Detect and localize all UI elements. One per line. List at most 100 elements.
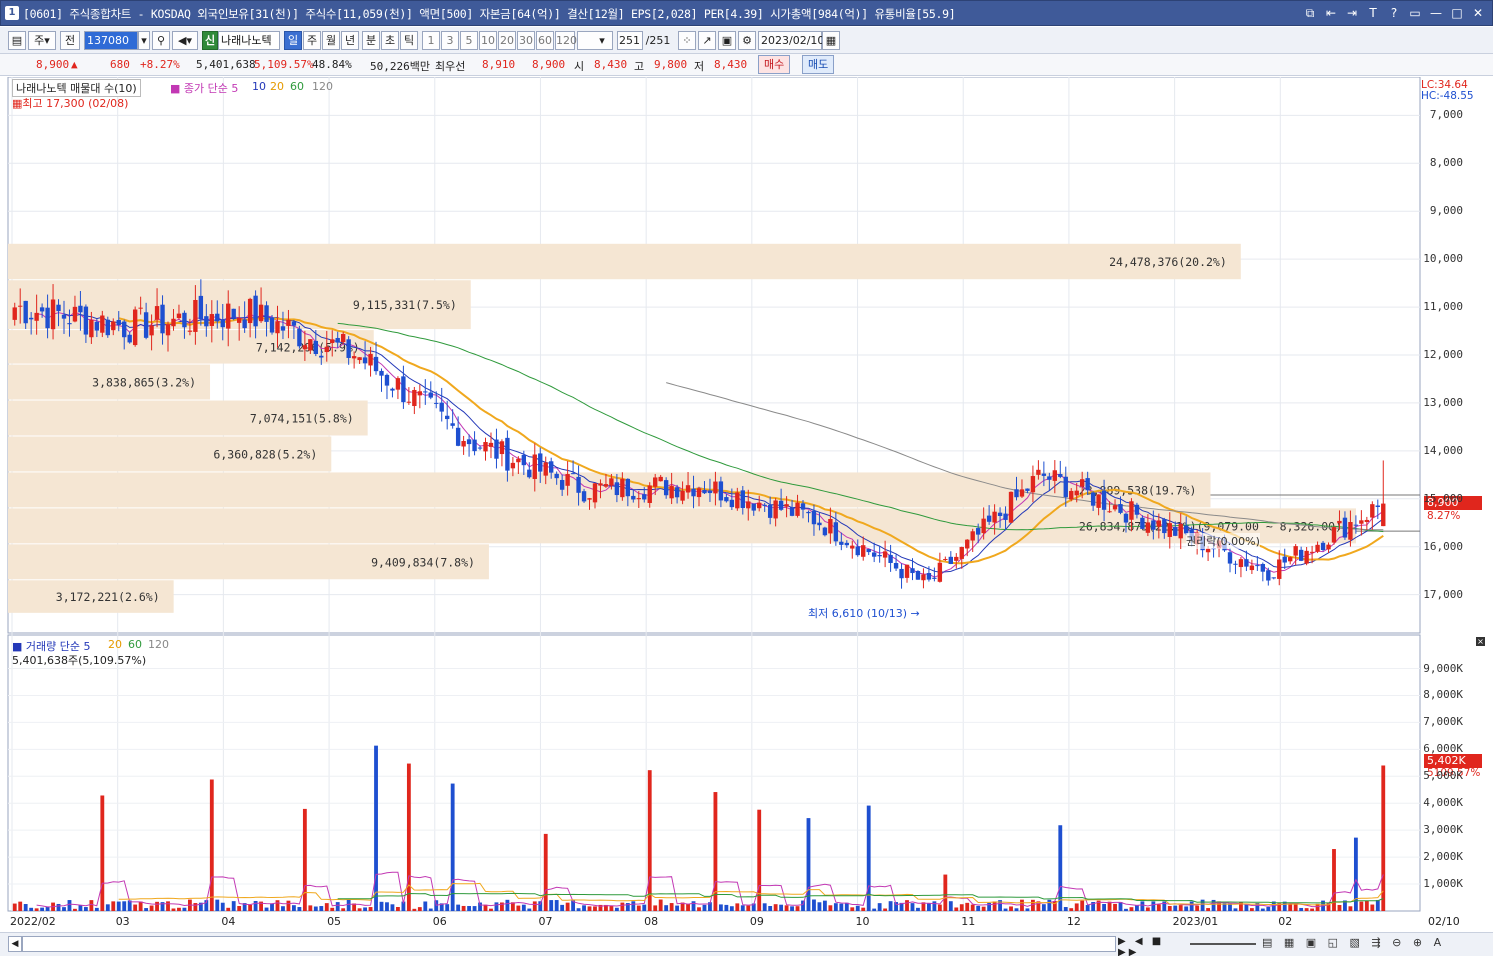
candle-body[interactable]	[943, 559, 948, 561]
volume-bar[interactable]	[1009, 906, 1013, 911]
candle-body[interactable]	[308, 339, 313, 351]
volume-bar[interactable]	[494, 902, 499, 911]
volume-bar[interactable]	[746, 905, 751, 911]
candle-body[interactable]	[231, 308, 236, 319]
volume-bar[interactable]	[1140, 901, 1145, 911]
chart-layout-icon[interactable]: ▤	[8, 31, 26, 50]
candle-body[interactable]	[236, 317, 242, 323]
candle-body[interactable]	[1036, 469, 1041, 475]
candle-body[interactable]	[1375, 505, 1380, 508]
candle-body[interactable]	[286, 319, 291, 326]
candle-body[interactable]	[247, 298, 253, 324]
period-tick[interactable]: 틱	[400, 31, 418, 50]
candle-body[interactable]	[861, 545, 866, 557]
volume-bar[interactable]	[18, 901, 23, 911]
candle-body[interactable]	[992, 511, 997, 523]
candle-body[interactable]	[1205, 548, 1211, 553]
volume-bar[interactable]	[724, 904, 729, 911]
volume-bar[interactable]	[1266, 906, 1271, 911]
candle-body[interactable]	[253, 295, 258, 327]
settings-icon[interactable]: ⚙	[738, 31, 756, 50]
zoom-tools[interactable]: ▤ ▦ ▣ ◱ ▧ ⇶ ⊖ ⊕ A	[1262, 936, 1490, 952]
volume-bar[interactable]	[702, 904, 707, 911]
volume-bar[interactable]	[374, 745, 378, 911]
candle-body[interactable]	[340, 333, 346, 343]
volume-bar[interactable]	[888, 901, 893, 911]
volume-bar[interactable]	[565, 902, 570, 911]
date-input[interactable]: 2023/02/10	[758, 31, 824, 50]
candle-body[interactable]	[116, 319, 121, 326]
volume-bar[interactable]	[560, 904, 565, 911]
candle-body[interactable]	[18, 305, 23, 307]
candle-body[interactable]	[592, 483, 598, 503]
volume-bar[interactable]	[532, 901, 537, 911]
volume-bar[interactable]	[122, 901, 127, 911]
candle-body[interactable]	[609, 478, 614, 486]
trend-icon[interactable]: ↗	[698, 31, 716, 50]
volume-bar[interactable]	[1310, 908, 1315, 911]
candle-body[interactable]	[346, 339, 351, 358]
candle-body[interactable]	[198, 295, 204, 320]
candle-body[interactable]	[937, 562, 943, 582]
volume-bar[interactable]	[29, 907, 34, 911]
volume-bar[interactable]	[620, 902, 625, 911]
close-button[interactable]: ✕	[1470, 5, 1486, 21]
volume-bar[interactable]	[83, 907, 88, 911]
volume-bar[interactable]	[817, 902, 822, 911]
volume-bar[interactable]	[406, 763, 411, 911]
volume-bar[interactable]	[1228, 903, 1232, 911]
candle-body[interactable]	[330, 339, 335, 344]
candle-body[interactable]	[455, 427, 461, 446]
candle-body[interactable]	[603, 484, 609, 487]
candle-body[interactable]	[72, 306, 78, 322]
volume-bar[interactable]	[133, 904, 138, 911]
candle-body[interactable]	[149, 325, 154, 336]
candle-body[interactable]	[718, 481, 724, 501]
candle-body[interactable]	[767, 504, 773, 518]
candle-body[interactable]	[1118, 504, 1123, 513]
volume-bar[interactable]	[1069, 908, 1074, 911]
candle-body[interactable]	[1069, 490, 1074, 500]
volume-bar[interactable]	[877, 903, 882, 911]
sell-button[interactable]: 매도	[802, 55, 835, 74]
volume-bar[interactable]	[1370, 904, 1375, 911]
volume-bar[interactable]	[1381, 765, 1386, 911]
volume-bar[interactable]	[138, 901, 143, 911]
volume-bar[interactable]	[412, 908, 417, 911]
volume-bar[interactable]	[543, 833, 548, 911]
candle-body[interactable]	[685, 485, 691, 493]
volume-bar[interactable]	[34, 908, 39, 911]
volume-bar[interactable]	[686, 903, 690, 911]
code-dropdown-icon[interactable]: ▾	[138, 31, 150, 50]
volume-bar[interactable]	[844, 902, 849, 911]
volume-bar[interactable]	[1178, 905, 1183, 911]
volume-bar[interactable]	[237, 906, 242, 911]
volume-bar[interactable]	[1195, 905, 1200, 911]
candle-body[interactable]	[264, 305, 269, 322]
volume-bar[interactable]	[445, 904, 450, 911]
volume-bar[interactable]	[1025, 908, 1030, 911]
candle-body[interactable]	[932, 577, 937, 579]
candle-body[interactable]	[587, 498, 592, 500]
candle-body[interactable]	[111, 321, 116, 331]
candle-body[interactable]	[1326, 544, 1331, 550]
volume-bar[interactable]	[324, 903, 329, 911]
chart-canvas[interactable]: 24,478,376(20.2%) 9,115,331(7.5%) 7,142,29…	[0, 77, 1493, 933]
candle-body[interactable]	[811, 510, 817, 525]
candle-body[interactable]	[625, 478, 631, 497]
period-second[interactable]: 초	[381, 31, 399, 50]
candle-body[interactable]	[357, 357, 362, 361]
candle-body[interactable]	[1096, 494, 1101, 508]
candle-body[interactable]	[1304, 550, 1309, 564]
candle-body[interactable]	[1112, 505, 1118, 510]
volume-bar[interactable]	[313, 906, 318, 911]
scroll-left-button[interactable]: ◀	[8, 936, 22, 952]
interval-60[interactable]: 60	[536, 31, 554, 50]
volume-bar[interactable]	[675, 905, 680, 911]
volume-bar[interactable]	[872, 908, 877, 911]
candle-body[interactable]	[1238, 559, 1244, 568]
volume-bar[interactable]	[1113, 903, 1117, 911]
candle-body[interactable]	[193, 300, 198, 332]
volume-bar[interactable]	[959, 904, 964, 911]
candle-body[interactable]	[1052, 470, 1058, 481]
